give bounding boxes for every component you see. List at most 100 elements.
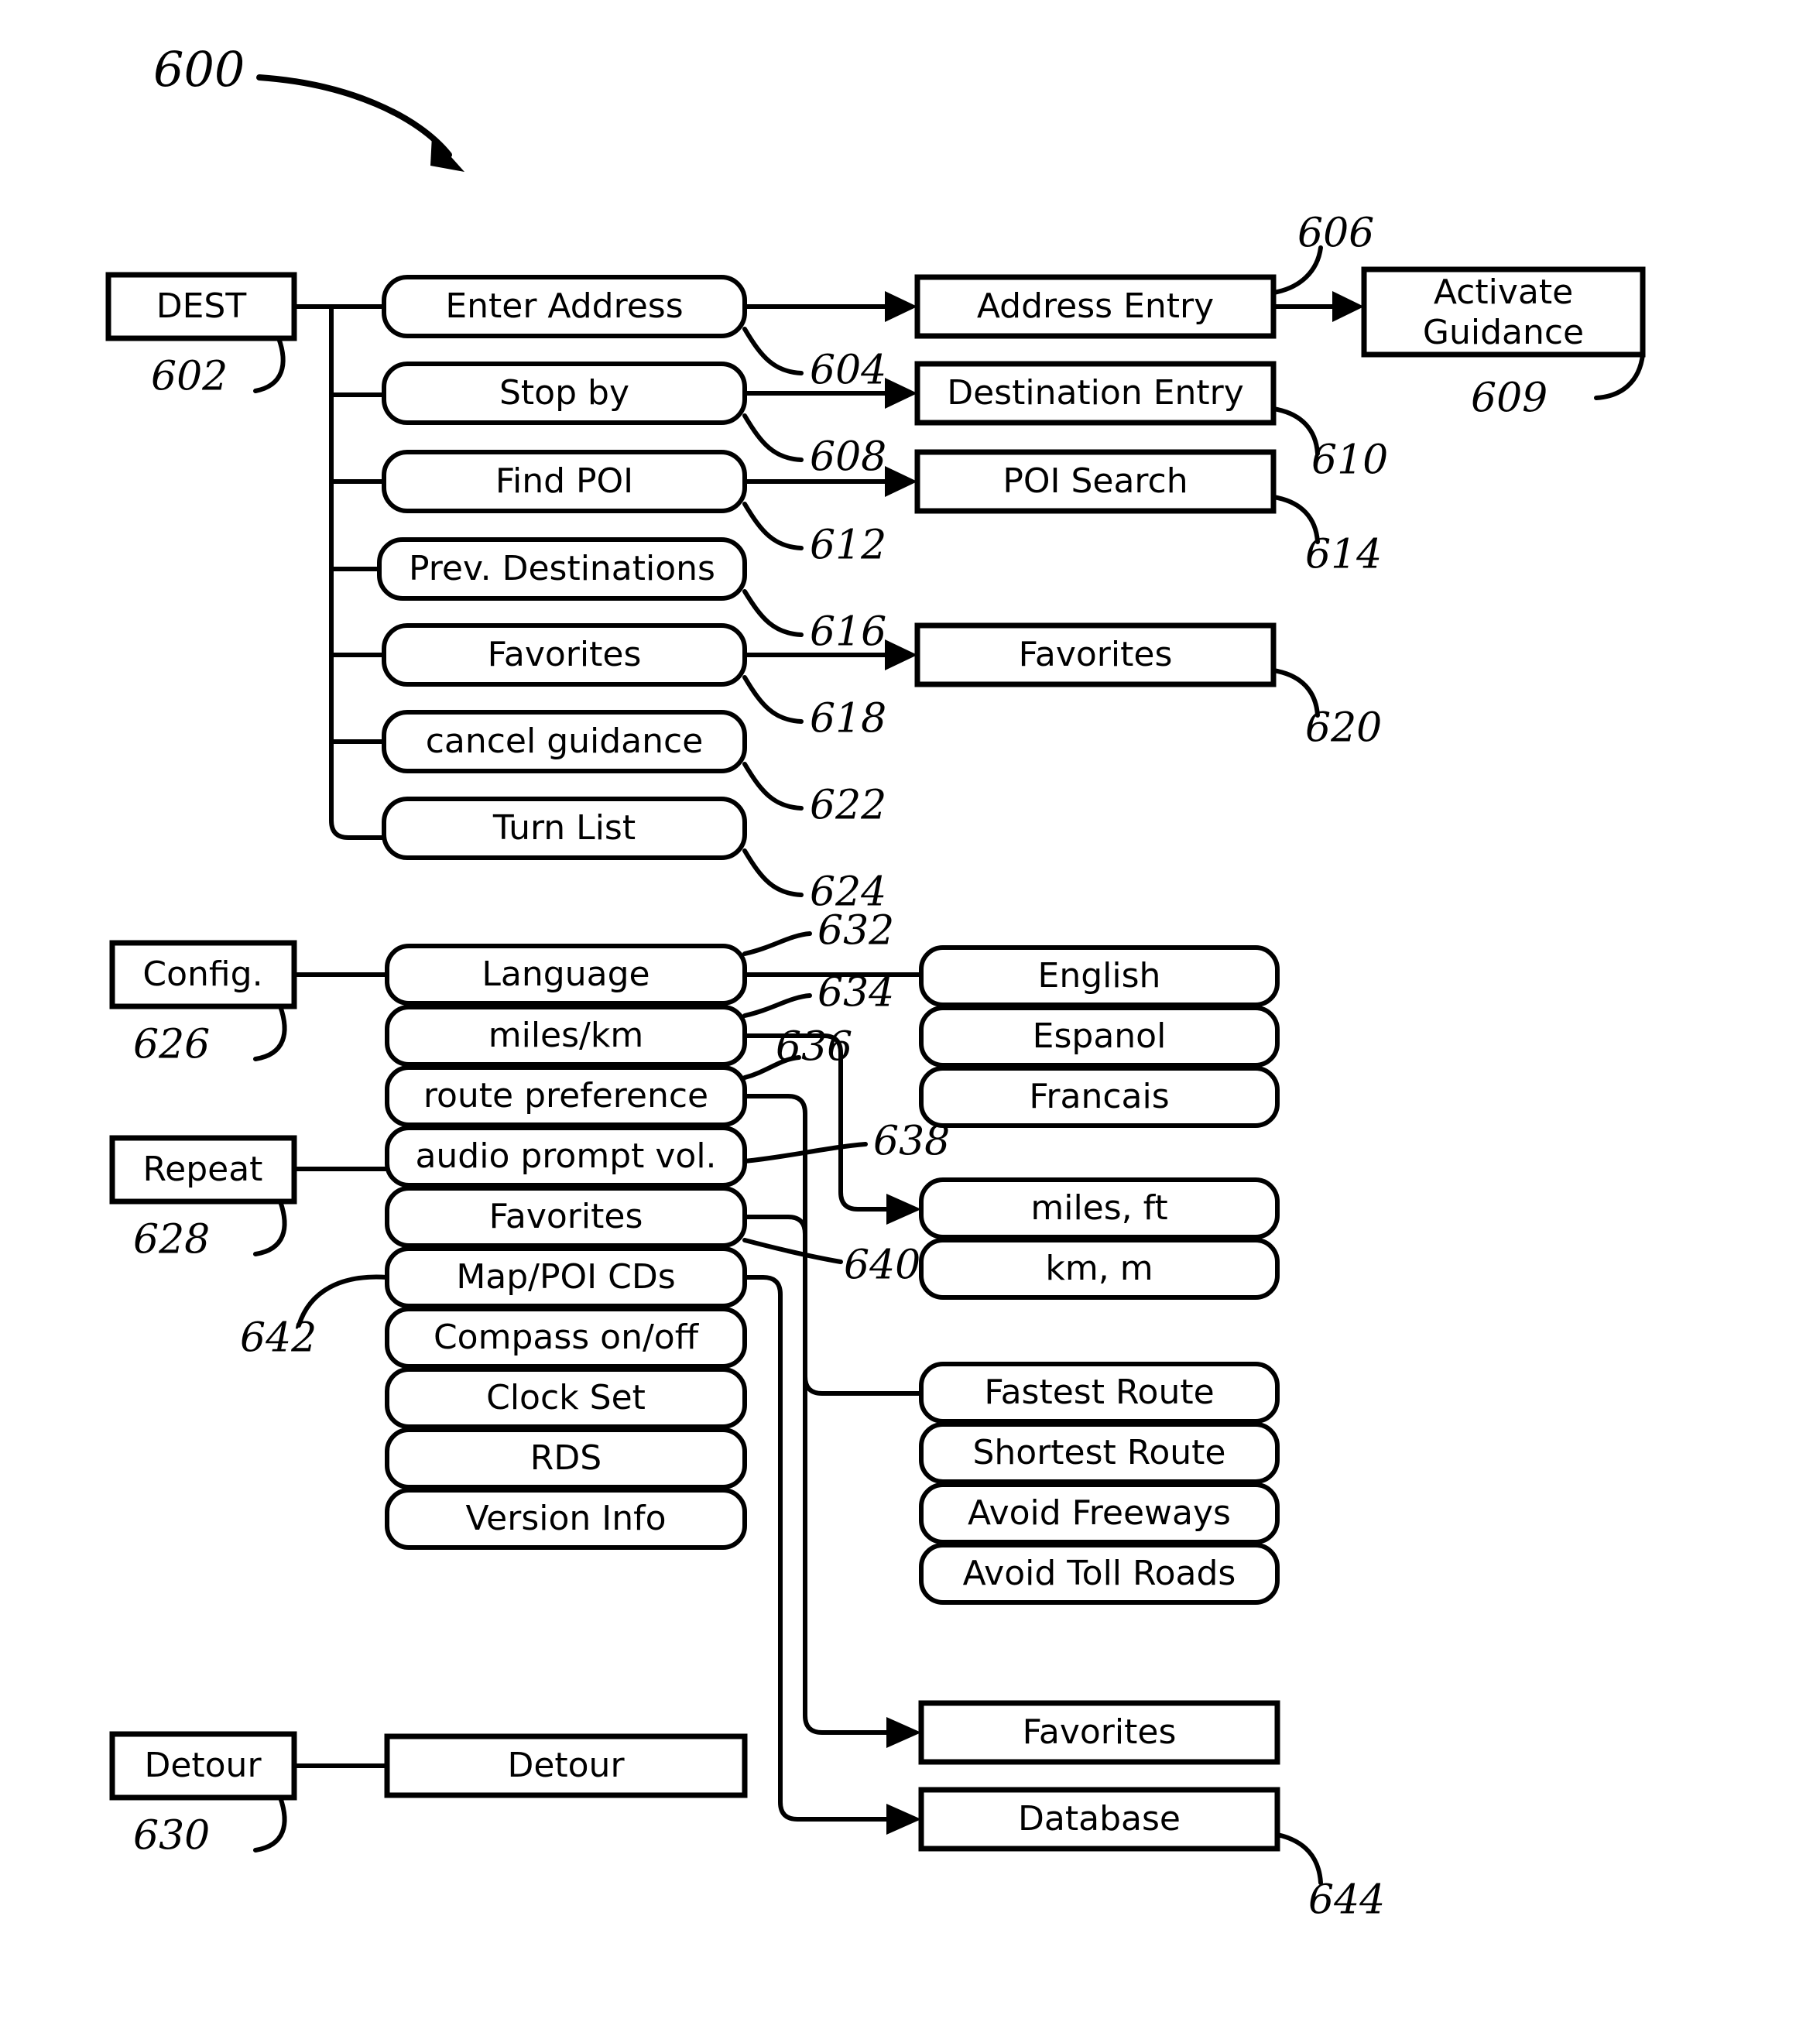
language-option-label: English (1038, 956, 1161, 996)
ref-602-leader: 602 (151, 336, 286, 400)
ref-606: 606 (1297, 211, 1374, 257)
language-option[interactable]: Francais (919, 1066, 1280, 1128)
config-menu-item[interactable]: miles/km (385, 1005, 747, 1067)
ref-622: 622 (810, 783, 886, 829)
ref-608: 608 (810, 434, 886, 481)
route-option-label: Fastest Route (984, 1373, 1214, 1412)
config-menu-item[interactable]: route preference (385, 1065, 747, 1127)
route-option[interactable]: Avoid Freeways (919, 1482, 1280, 1544)
dest-menu-item[interactable]: Turn List (382, 797, 747, 860)
detour-screen-label: Detour (507, 1746, 625, 1785)
dest-screen-box[interactable]: Destination Entry (914, 361, 1277, 426)
ref-602: 602 (151, 354, 228, 400)
dest-menu-item-label: cancel guidance (426, 721, 704, 761)
dest-screen-label: Favorites (1019, 635, 1173, 674)
config-menu-item[interactable]: RDS (385, 1427, 747, 1489)
dest-screen-box[interactable]: POI Search (914, 449, 1277, 514)
config-menu-item[interactable]: Language (385, 944, 747, 1006)
config-menu-item[interactable]: Map/POI CDs (385, 1246, 747, 1308)
route-option-label: Avoid Freeways (968, 1493, 1231, 1533)
route-option-label: Shortest Route (972, 1433, 1225, 1472)
ref-624-leader: 624 (742, 848, 886, 916)
ref-630-leader: 630 (133, 1795, 287, 1859)
dest-screen-label: Address Entry (977, 286, 1214, 326)
config-favorites-connector (745, 1215, 892, 1735)
ref-620-leader: 620 (1271, 668, 1382, 752)
dest-root-box[interactable]: DEST (105, 272, 297, 341)
unit-option[interactable]: km, m (919, 1238, 1280, 1300)
dest-menu-item-label: Favorites (488, 635, 642, 674)
language-option-label: Francais (1029, 1077, 1169, 1116)
route-option[interactable]: Shortest Route (919, 1422, 1280, 1484)
figure-arrowhead (430, 135, 464, 172)
detour-root-label: Detour (144, 1746, 262, 1785)
dest-menu-item[interactable]: Stop by (382, 362, 747, 425)
ref-614-leader: 614 (1271, 495, 1382, 578)
ref-634: 634 (817, 970, 894, 1016)
dest-screen-box[interactable]: Address Entry (914, 274, 1277, 339)
dest-menu-item[interactable]: Favorites (382, 623, 747, 687)
activate-guidance-box[interactable]: Activate Guidance (1361, 266, 1646, 358)
ref-644-leader: 644 (1275, 1832, 1385, 1924)
unit-option-label: miles, ft (1030, 1188, 1167, 1228)
dest-spine-vertical (329, 307, 384, 840)
ref-626-leader: 626 (133, 1004, 287, 1068)
dest-menu-item-label: Find POI (495, 461, 633, 501)
figure-number-callout: 600 (153, 41, 464, 172)
config-screen-box[interactable]: Favorites (918, 1700, 1280, 1765)
config-menu-item-label: audio prompt vol. (415, 1136, 716, 1176)
ref-608-leader: 608 (742, 413, 886, 481)
ref-609: 609 (1471, 375, 1548, 422)
repeat-root-label: Repeat (143, 1150, 263, 1189)
unit-option[interactable]: miles, ft (919, 1177, 1280, 1239)
config-menu-item-label: miles/km (488, 1016, 643, 1055)
ref-642-leader: 642 (240, 1274, 389, 1362)
ref-612-leader: 612 (742, 502, 886, 569)
ref-612: 612 (810, 523, 886, 569)
dest-menu-item[interactable]: Enter Address (382, 275, 747, 338)
route-option[interactable]: Avoid Toll Roads (919, 1543, 1280, 1605)
repeat-root-box[interactable]: Repeat (109, 1135, 297, 1205)
config-menu-item[interactable]: audio prompt vol. (385, 1126, 747, 1188)
language-option[interactable]: Espanol (919, 1006, 1280, 1068)
dest-screen-label: POI Search (1003, 461, 1188, 501)
config-menu-item[interactable]: Version Info (385, 1488, 747, 1550)
dest-menu-item-label: Turn List (492, 808, 636, 848)
route-option[interactable]: Fastest Route (919, 1362, 1280, 1424)
config-screen-label: Favorites (1023, 1712, 1177, 1752)
config-screen-box[interactable]: Database (918, 1787, 1280, 1852)
language-option-label: Espanol (1033, 1016, 1167, 1056)
config-menu-item-label: Language (482, 955, 650, 994)
language-option[interactable]: English (919, 945, 1280, 1007)
ref-632-leader: 632 (742, 908, 894, 956)
config-menu-item-label: RDS (530, 1438, 602, 1478)
config-menu-item[interactable]: Clock Set (385, 1367, 747, 1429)
dest-screen-box[interactable]: Favorites (914, 622, 1277, 687)
figure-number: 600 (153, 41, 245, 98)
dest-menu-item[interactable]: cancel guidance (382, 710, 747, 773)
dest-root-label: DEST (156, 286, 247, 326)
ref-604-leader: 604 (742, 327, 886, 394)
detour-root-box[interactable]: Detour (109, 1731, 297, 1801)
ref-632: 632 (817, 908, 894, 955)
config-menu-item[interactable]: Favorites (385, 1186, 747, 1248)
dest-menu-item-label: Prev. Destinations (409, 549, 715, 588)
ref-628-leader: 628 (133, 1199, 287, 1263)
detour-screen-box[interactable]: Detour (384, 1733, 748, 1798)
config-menu-item[interactable]: Compass on/off (385, 1307, 747, 1369)
ref-636-leader: 636 (742, 1024, 852, 1080)
flow-diagram-canvas: 600 DEST 602 Enter Address Stop by Find … (105, 41, 1646, 1924)
ref-636: 636 (776, 1024, 852, 1071)
config-menu-item-label: Clock Set (486, 1378, 646, 1417)
ref-622-leader: 622 (742, 762, 886, 829)
config-root-box[interactable]: Config. (109, 940, 297, 1009)
ref-614: 614 (1305, 532, 1382, 578)
config-root-label: Config. (142, 955, 262, 994)
ref-616: 616 (810, 609, 886, 656)
dest-menu-item[interactable]: Find POI (382, 450, 747, 513)
config-favorites-arrowhead (886, 1717, 921, 1748)
dest-menu-item[interactable]: Prev. Destinations (377, 537, 747, 601)
dest-menu-item-label: Stop by (499, 373, 629, 413)
config-menu-item-label: Favorites (489, 1197, 643, 1236)
ref-638-leader: 638 (742, 1119, 950, 1165)
